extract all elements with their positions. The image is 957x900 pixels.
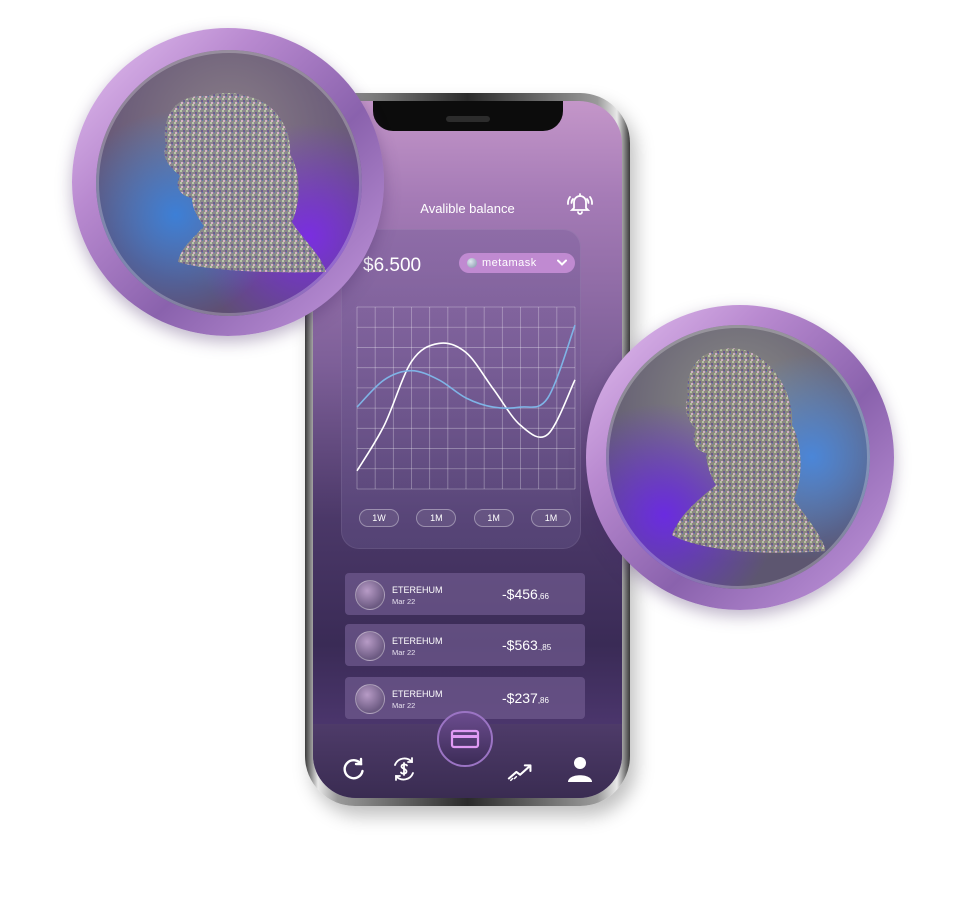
- coin-avatar: [355, 631, 385, 661]
- nft-coin-top-left: [72, 28, 384, 336]
- transaction-amount: -$456,66: [502, 586, 549, 602]
- range-button-1w[interactable]: 1W: [359, 509, 399, 527]
- transaction-name: ETEREHUM: [392, 689, 443, 699]
- nav-trend-button[interactable]: [507, 756, 537, 786]
- coin-avatar: [355, 684, 385, 714]
- transaction-amount-cents: ,86: [537, 696, 549, 705]
- nav-refresh-button[interactable]: [339, 754, 369, 784]
- notch: [373, 101, 563, 131]
- transaction-date: Mar 22: [392, 701, 416, 710]
- range-button-1m[interactable]: 1M: [416, 509, 457, 527]
- transaction-amount-main: -$237: [502, 690, 538, 706]
- balance-chart: [356, 306, 576, 490]
- transaction-date: Mar 22: [392, 597, 416, 606]
- transaction-amount-main: -$456: [502, 586, 538, 602]
- trend-up-icon: [507, 764, 532, 782]
- notification-button[interactable]: [562, 185, 598, 221]
- nav-profile-button[interactable]: [565, 754, 595, 784]
- speaker: [446, 116, 490, 122]
- nav-card-button[interactable]: [437, 711, 493, 767]
- transaction-date: Mar 22: [392, 648, 416, 657]
- exchange-dollar-icon: [394, 757, 414, 781]
- range-button-1m-3[interactable]: 1M: [530, 509, 571, 527]
- user-icon: [568, 757, 592, 782]
- bell-ringing-icon: [567, 193, 593, 215]
- range-button-1m-2[interactable]: 1M: [473, 509, 514, 527]
- bust-portrait-icon: [164, 93, 326, 273]
- wallet-select-label: metamask: [482, 257, 537, 269]
- transaction-amount: -$237,86: [502, 690, 549, 706]
- wallet-select[interactable]: metamask: [459, 253, 575, 273]
- wallet-coin-icon: [467, 258, 477, 268]
- coin-face: [606, 325, 870, 589]
- range-buttons: 1W 1M 1M 1M: [359, 509, 571, 527]
- nav-exchange-button[interactable]: [389, 754, 419, 784]
- transaction-amount-cents: .,85: [537, 643, 552, 652]
- balance-amount: $6.500: [363, 255, 422, 276]
- balance-card: $6.500 metamask 1W 1M 1M 1M: [341, 229, 581, 549]
- coin-avatar: [355, 580, 385, 610]
- transaction-row[interactable]: ETEREHUM Mar 22 -$563.,85: [345, 624, 585, 666]
- transaction-amount-main: -$563: [502, 637, 538, 653]
- transaction-amount: -$563.,85: [502, 637, 551, 653]
- transaction-name: ETEREHUM: [392, 636, 443, 646]
- transaction-amount-cents: ,66: [537, 592, 549, 601]
- coin-face: [96, 50, 362, 316]
- bust-portrait-icon: [672, 348, 826, 553]
- transaction-row[interactable]: ETEREHUM Mar 22 -$456,66: [345, 573, 585, 615]
- nft-coin-right: [586, 305, 894, 610]
- card-icon: [450, 729, 480, 749]
- refresh-icon: [343, 757, 364, 780]
- chevron-down-icon: [557, 259, 567, 266]
- transaction-name: ETEREHUM: [392, 585, 443, 595]
